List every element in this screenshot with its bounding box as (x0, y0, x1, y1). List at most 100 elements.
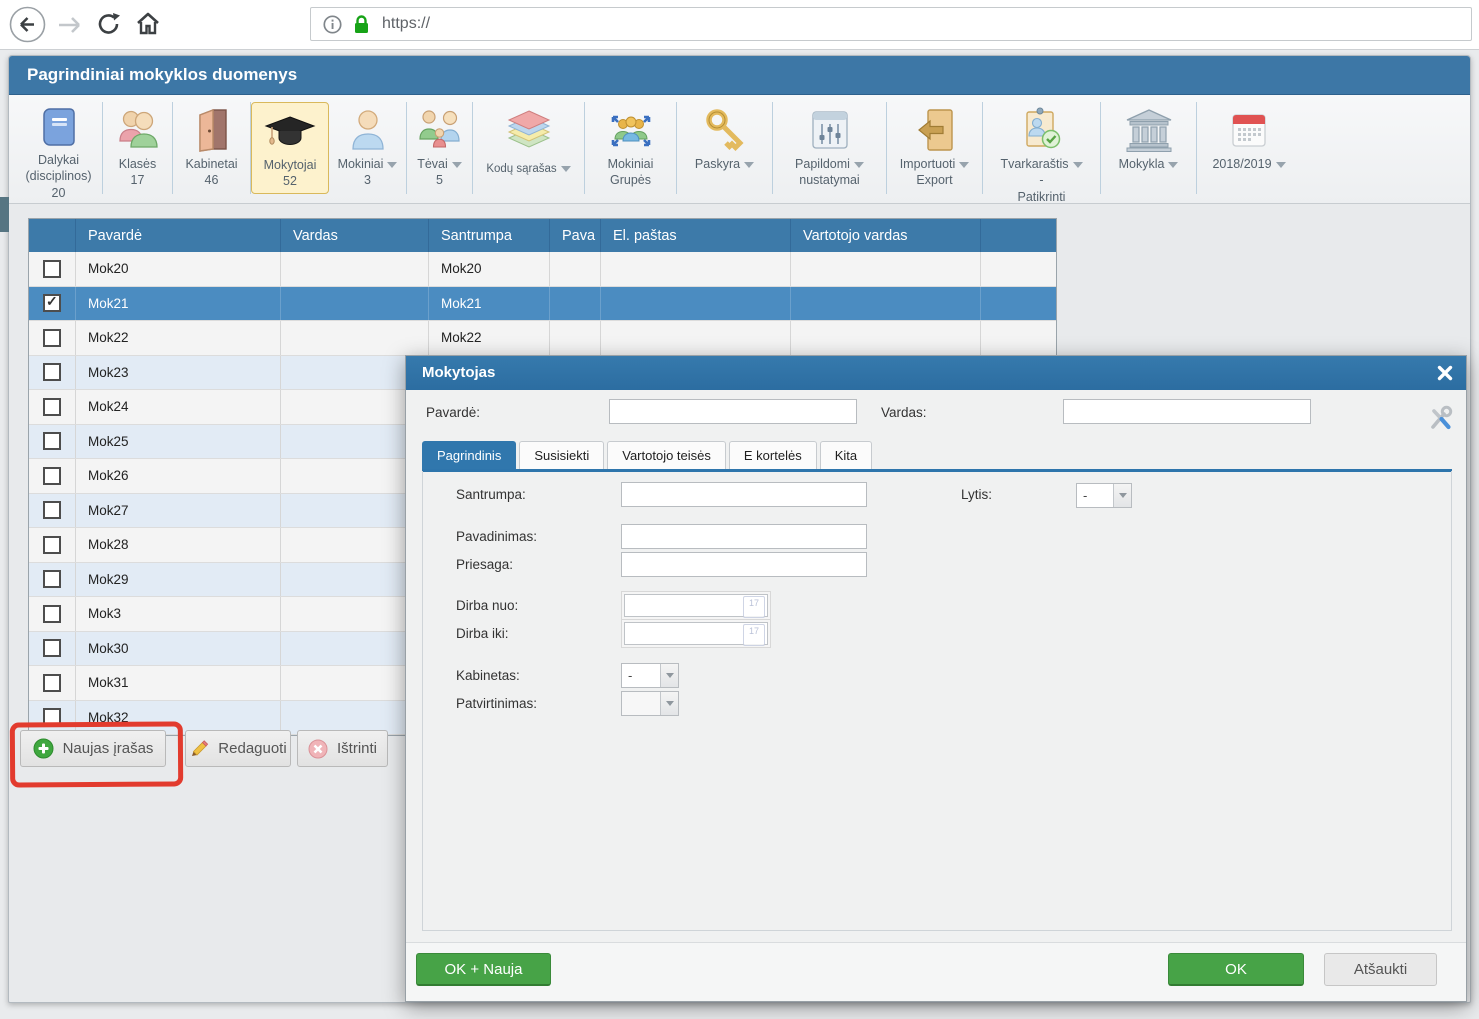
toolbar-item-mokytojai[interactable]: Mokytojai 52 (251, 102, 329, 194)
student-icon (348, 106, 388, 154)
row-checkbox[interactable] (43, 570, 61, 588)
header-vardas[interactable]: Vardas (281, 219, 429, 252)
calendar-icon[interactable]: 17 (743, 624, 765, 646)
new-record-button[interactable]: Naujas įrašas (20, 730, 166, 767)
row-checkbox[interactable] (43, 674, 61, 692)
cancel-button[interactable]: Atšaukti (1324, 953, 1437, 986)
chevron-down-icon[interactable] (1113, 484, 1131, 507)
chevron-down-icon[interactable] (561, 166, 571, 172)
chevron-down-icon[interactable] (452, 162, 462, 168)
toolbar-item-paskyra[interactable]: Paskyra (677, 102, 773, 194)
row-checkbox[interactable] (43, 708, 61, 726)
calendar-icon[interactable]: 17 (743, 596, 765, 618)
dialog-footer: OK + Nauja OK Atšaukti (406, 942, 1466, 1001)
chevron-down-icon[interactable] (1168, 162, 1178, 168)
edit-button[interactable]: Redaguoti (185, 730, 291, 767)
chevron-down-icon[interactable] (387, 162, 397, 168)
chevron-down-icon[interactable] (1073, 162, 1083, 168)
header-vartotojo-vardas[interactable]: Vartotojo vardas (791, 219, 981, 252)
chevron-down-icon[interactable] (660, 692, 678, 715)
lytis-select[interactable]: - (1076, 483, 1132, 508)
dirba-iki-label: Dirba iki: (456, 626, 509, 641)
priesaga-input[interactable] (621, 552, 867, 577)
row-checkbox[interactable] (43, 536, 61, 554)
header-pava[interactable]: Pava (550, 219, 601, 252)
chevron-down-icon[interactable] (854, 162, 864, 168)
toolbar-item-kabinetai[interactable]: Kabinetai 46 (173, 102, 251, 194)
url-bar[interactable]: https:// (310, 7, 1472, 41)
reload-button[interactable] (96, 11, 122, 42)
cell-pavarde: Mok32 (76, 701, 281, 735)
toolbar-item-mokiniai[interactable]: Mokiniai 3 (329, 102, 407, 194)
toolbar-item-mokslo-metai[interactable]: 2018/2019 (1197, 102, 1301, 194)
close-icon[interactable] (1436, 364, 1454, 382)
header-el-pastas[interactable]: El. paštas (601, 219, 791, 252)
table-row[interactable]: Mok22 Mok22 (29, 321, 1056, 356)
dirba-nuo-label: Dirba nuo: (456, 598, 518, 613)
toolbar-item-dalykai[interactable]: Dalykai (disciplinos) 20 (15, 102, 103, 194)
row-checkbox[interactable] (43, 398, 61, 416)
header-pavarde[interactable]: Pavardė (76, 219, 281, 252)
pavarde-input[interactable] (609, 399, 857, 424)
back-button[interactable] (9, 6, 46, 48)
kabinetas-select[interactable]: - (621, 663, 679, 688)
ok-button[interactable]: OK (1168, 953, 1304, 986)
toolbar-item-mokykla[interactable]: Mokykla (1101, 102, 1197, 194)
delete-button[interactable]: Ištrinti (297, 730, 388, 767)
import-export-icon (912, 106, 958, 154)
toolbar-item-kodu-sarasas[interactable]: Kodų sąrašas (473, 102, 585, 194)
cell-pavarde: Mok21 (76, 287, 281, 321)
toolbar-item-mokiniai-grupes[interactable]: Mokiniai Grupės (585, 102, 677, 194)
graduation-cap-icon (264, 107, 316, 155)
back-arrow-icon (9, 6, 46, 43)
cell-pavarde: Mok23 (76, 356, 281, 390)
table-row[interactable]: Mok20 Mok20 (29, 252, 1056, 287)
tab-e-korteles[interactable]: E kortelės (729, 441, 817, 469)
toolbar-item-tvarkarastis[interactable]: Tvarkaraštis - Patikrinti (983, 102, 1101, 194)
vardas-label: Vardas: (881, 405, 927, 420)
row-checkbox[interactable] (43, 260, 61, 278)
toolbar-item-label: Dalykai (38, 153, 79, 167)
row-checkbox[interactable] (43, 294, 61, 312)
tab-kita[interactable]: Kita (820, 441, 872, 469)
info-icon[interactable] (323, 15, 342, 34)
row-checkbox[interactable] (43, 432, 61, 450)
patvirtinimas-label: Patvirtinimas: (456, 696, 537, 711)
row-checkbox[interactable] (43, 639, 61, 657)
header-santrumpa[interactable]: Santrumpa (429, 219, 550, 252)
tab-pagrindinis[interactable]: Pagrindinis (422, 441, 516, 469)
row-checkbox[interactable] (43, 501, 61, 519)
people-icon (116, 106, 160, 154)
tab-vartotojo-teises[interactable]: Vartotojo teisės (607, 441, 726, 469)
chevron-down-icon[interactable] (1276, 162, 1286, 168)
vardas-input[interactable] (1063, 399, 1311, 424)
dirba-iki-datepicker[interactable]: 17 (621, 619, 771, 648)
row-checkbox[interactable] (43, 467, 61, 485)
tools-icon[interactable] (1428, 404, 1454, 437)
row-checkbox[interactable] (43, 329, 61, 347)
chevron-down-icon[interactable] (744, 162, 754, 168)
cell-santrumpa: Mok21 (429, 287, 550, 321)
pavadinimas-input[interactable] (621, 524, 867, 549)
url-text[interactable]: https:// (382, 15, 430, 33)
toolbar-item-tevai[interactable]: Tėvai 5 (407, 102, 473, 194)
row-checkbox[interactable] (43, 605, 61, 623)
santrumpa-input[interactable] (621, 482, 867, 507)
patvirtinimas-select[interactable] (621, 691, 679, 716)
page-title: Pagrindiniai mokyklos duomenys (9, 56, 1470, 95)
tab-susisiekti[interactable]: Susisiekti (519, 441, 604, 469)
sliders-icon (808, 106, 852, 154)
toolbar-item-klases[interactable]: Klasės 17 (103, 102, 173, 194)
cell-pavarde: Mok24 (76, 390, 281, 424)
home-button[interactable] (135, 11, 161, 42)
chevron-down-icon[interactable] (660, 664, 678, 687)
row-checkbox[interactable] (43, 363, 61, 381)
dirba-nuo-datepicker[interactable]: 17 (621, 591, 771, 620)
cell-vartotojo-vardas (791, 321, 981, 355)
forward-button[interactable] (57, 13, 83, 42)
ok-new-button[interactable]: OK + Nauja (416, 953, 551, 986)
table-row[interactable]: Mok21 Mok21 (29, 287, 1056, 322)
toolbar-item-importuoti-export[interactable]: Importuoti Export (887, 102, 983, 194)
toolbar-item-papildomi-nustatymai[interactable]: Papildomi nustatymai (773, 102, 887, 194)
chevron-down-icon[interactable] (959, 162, 969, 168)
